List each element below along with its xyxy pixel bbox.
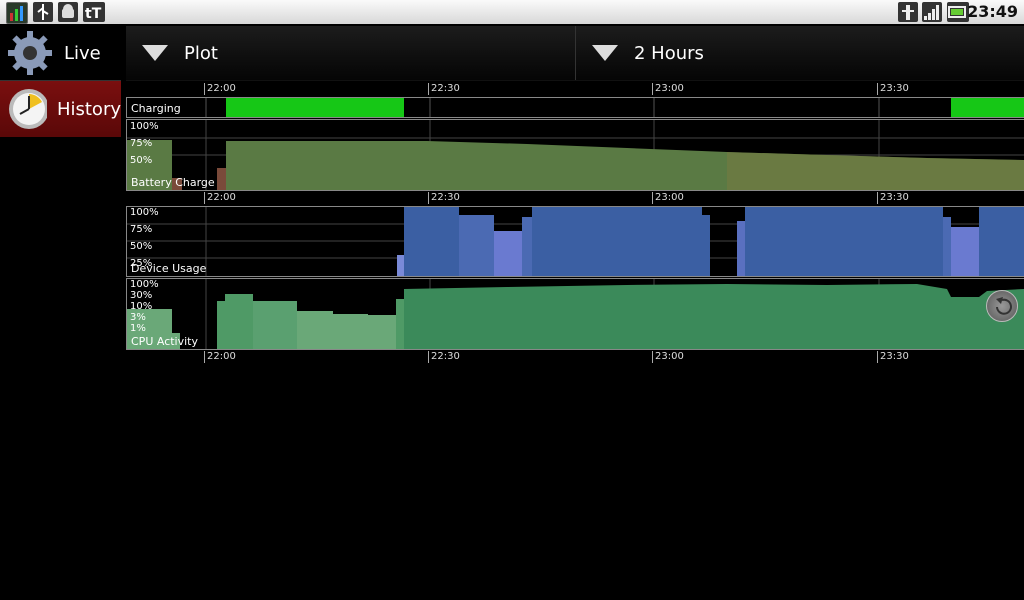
signal-icon	[922, 2, 942, 22]
status-bar: tT 23:49	[0, 0, 1024, 24]
sidebar-item-history[interactable]: History	[0, 81, 121, 137]
undo-icon	[996, 297, 1012, 315]
device-bar	[494, 231, 522, 276]
cpu-plot	[127, 279, 1024, 349]
gear-icon	[8, 31, 52, 75]
cpu-bar	[368, 315, 396, 349]
charging-label: Charging	[131, 102, 181, 115]
battery-bar	[217, 168, 226, 190]
battery-label: Battery Charge	[131, 176, 215, 189]
cpu-bar	[297, 311, 333, 349]
time-tick: 22:30	[428, 192, 460, 204]
plot-dropdown[interactable]: Plot	[126, 26, 576, 80]
device-y-label: 100%	[130, 207, 159, 218]
status-clock: 23:49	[967, 2, 1018, 21]
graph-icon	[6, 2, 28, 24]
charging-plot	[205, 98, 1024, 117]
device-plot	[127, 207, 1024, 276]
charging-segment	[226, 98, 404, 117]
device-bar	[459, 215, 494, 276]
time-axis-mid: 22:00 22:30 23:00 23:30	[126, 192, 1024, 206]
device-bar	[397, 255, 404, 276]
toolbar: Plot 2 Hours	[126, 26, 1024, 81]
cpu-y-label: 100%	[130, 279, 159, 290]
device-bar	[737, 221, 745, 276]
sidebar-label-history: History	[56, 98, 121, 120]
device-label: Device Usage	[131, 262, 207, 275]
cpu-bar	[396, 299, 404, 349]
device-bar	[404, 207, 459, 276]
cpu-label: CPU Activity	[131, 335, 198, 348]
cpu-bar	[225, 294, 253, 349]
battery-charging-icon	[947, 2, 969, 22]
sidebar-item-live[interactable]: Live	[0, 26, 121, 81]
time-tick: 22:00	[204, 192, 236, 204]
plot-dropdown-label: Plot	[184, 42, 218, 64]
text-tt-icon: tT	[83, 2, 105, 22]
sidebar-label-live: Live	[64, 42, 101, 64]
battery-y-label: 100%	[130, 121, 159, 132]
cpu-bar	[333, 314, 368, 349]
cpu-bar	[253, 301, 297, 349]
battery-plot	[127, 120, 1024, 190]
time-axis-bottom: 22:00 22:30 23:00 23:30	[126, 351, 1024, 365]
dropdown-triangle-icon	[142, 45, 168, 61]
device-bar	[745, 207, 943, 276]
cpu-y-label: 3%	[130, 312, 146, 323]
cpu-bar	[217, 301, 225, 349]
device-bar	[951, 227, 979, 276]
cpu-y-label: 10%	[130, 301, 153, 312]
cpu-panel: 100% 30% 10% 3% 1% CPU Activity	[126, 278, 1024, 350]
time-tick: 23:30	[877, 351, 909, 363]
time-tick: 22:30	[428, 351, 460, 363]
time-tick: 22:00	[204, 83, 236, 95]
cpu-y-label: 30%	[130, 290, 153, 301]
device-bar	[702, 215, 710, 276]
battery-panel: 100% 75% 50% Battery Charge	[126, 119, 1024, 191]
charging-panel: Charging	[126, 97, 1024, 118]
android-icon	[58, 2, 78, 22]
reset-zoom-button[interactable]	[986, 290, 1018, 322]
svg-text:tT: tT	[85, 6, 102, 22]
battery-y-label: 75%	[130, 138, 153, 149]
time-tick: 23:00	[652, 83, 684, 95]
device-bar	[522, 217, 532, 276]
device-panel: 100% 75% 50% 25% Device Usage	[126, 206, 1024, 277]
time-tick: 23:30	[877, 192, 909, 204]
time-tick: 22:30	[428, 83, 460, 95]
battery-y-label: 50%	[130, 155, 153, 166]
device-y-label: 75%	[130, 224, 153, 235]
clock-icon	[9, 89, 47, 129]
usb-icon	[33, 2, 53, 22]
cpu-area	[404, 284, 1024, 349]
time-tick: 22:00	[204, 351, 236, 363]
time-tick: 23:00	[652, 351, 684, 363]
device-bar	[943, 217, 951, 276]
dropdown-triangle-icon	[592, 45, 618, 61]
sidebar: Live History	[0, 26, 121, 138]
charging-segment	[951, 98, 1024, 117]
device-bar	[979, 207, 1024, 276]
range-dropdown-label: 2 Hours	[634, 42, 704, 64]
wifi-icon	[898, 2, 918, 22]
time-tick: 23:30	[877, 83, 909, 95]
time-axis-top: 22:00 22:30 23:00 23:30	[126, 83, 1024, 97]
device-y-label: 50%	[130, 241, 153, 252]
range-dropdown[interactable]: 2 Hours	[576, 26, 1024, 80]
device-bar	[532, 207, 702, 276]
time-tick: 23:00	[652, 192, 684, 204]
cpu-y-label: 1%	[130, 323, 146, 334]
